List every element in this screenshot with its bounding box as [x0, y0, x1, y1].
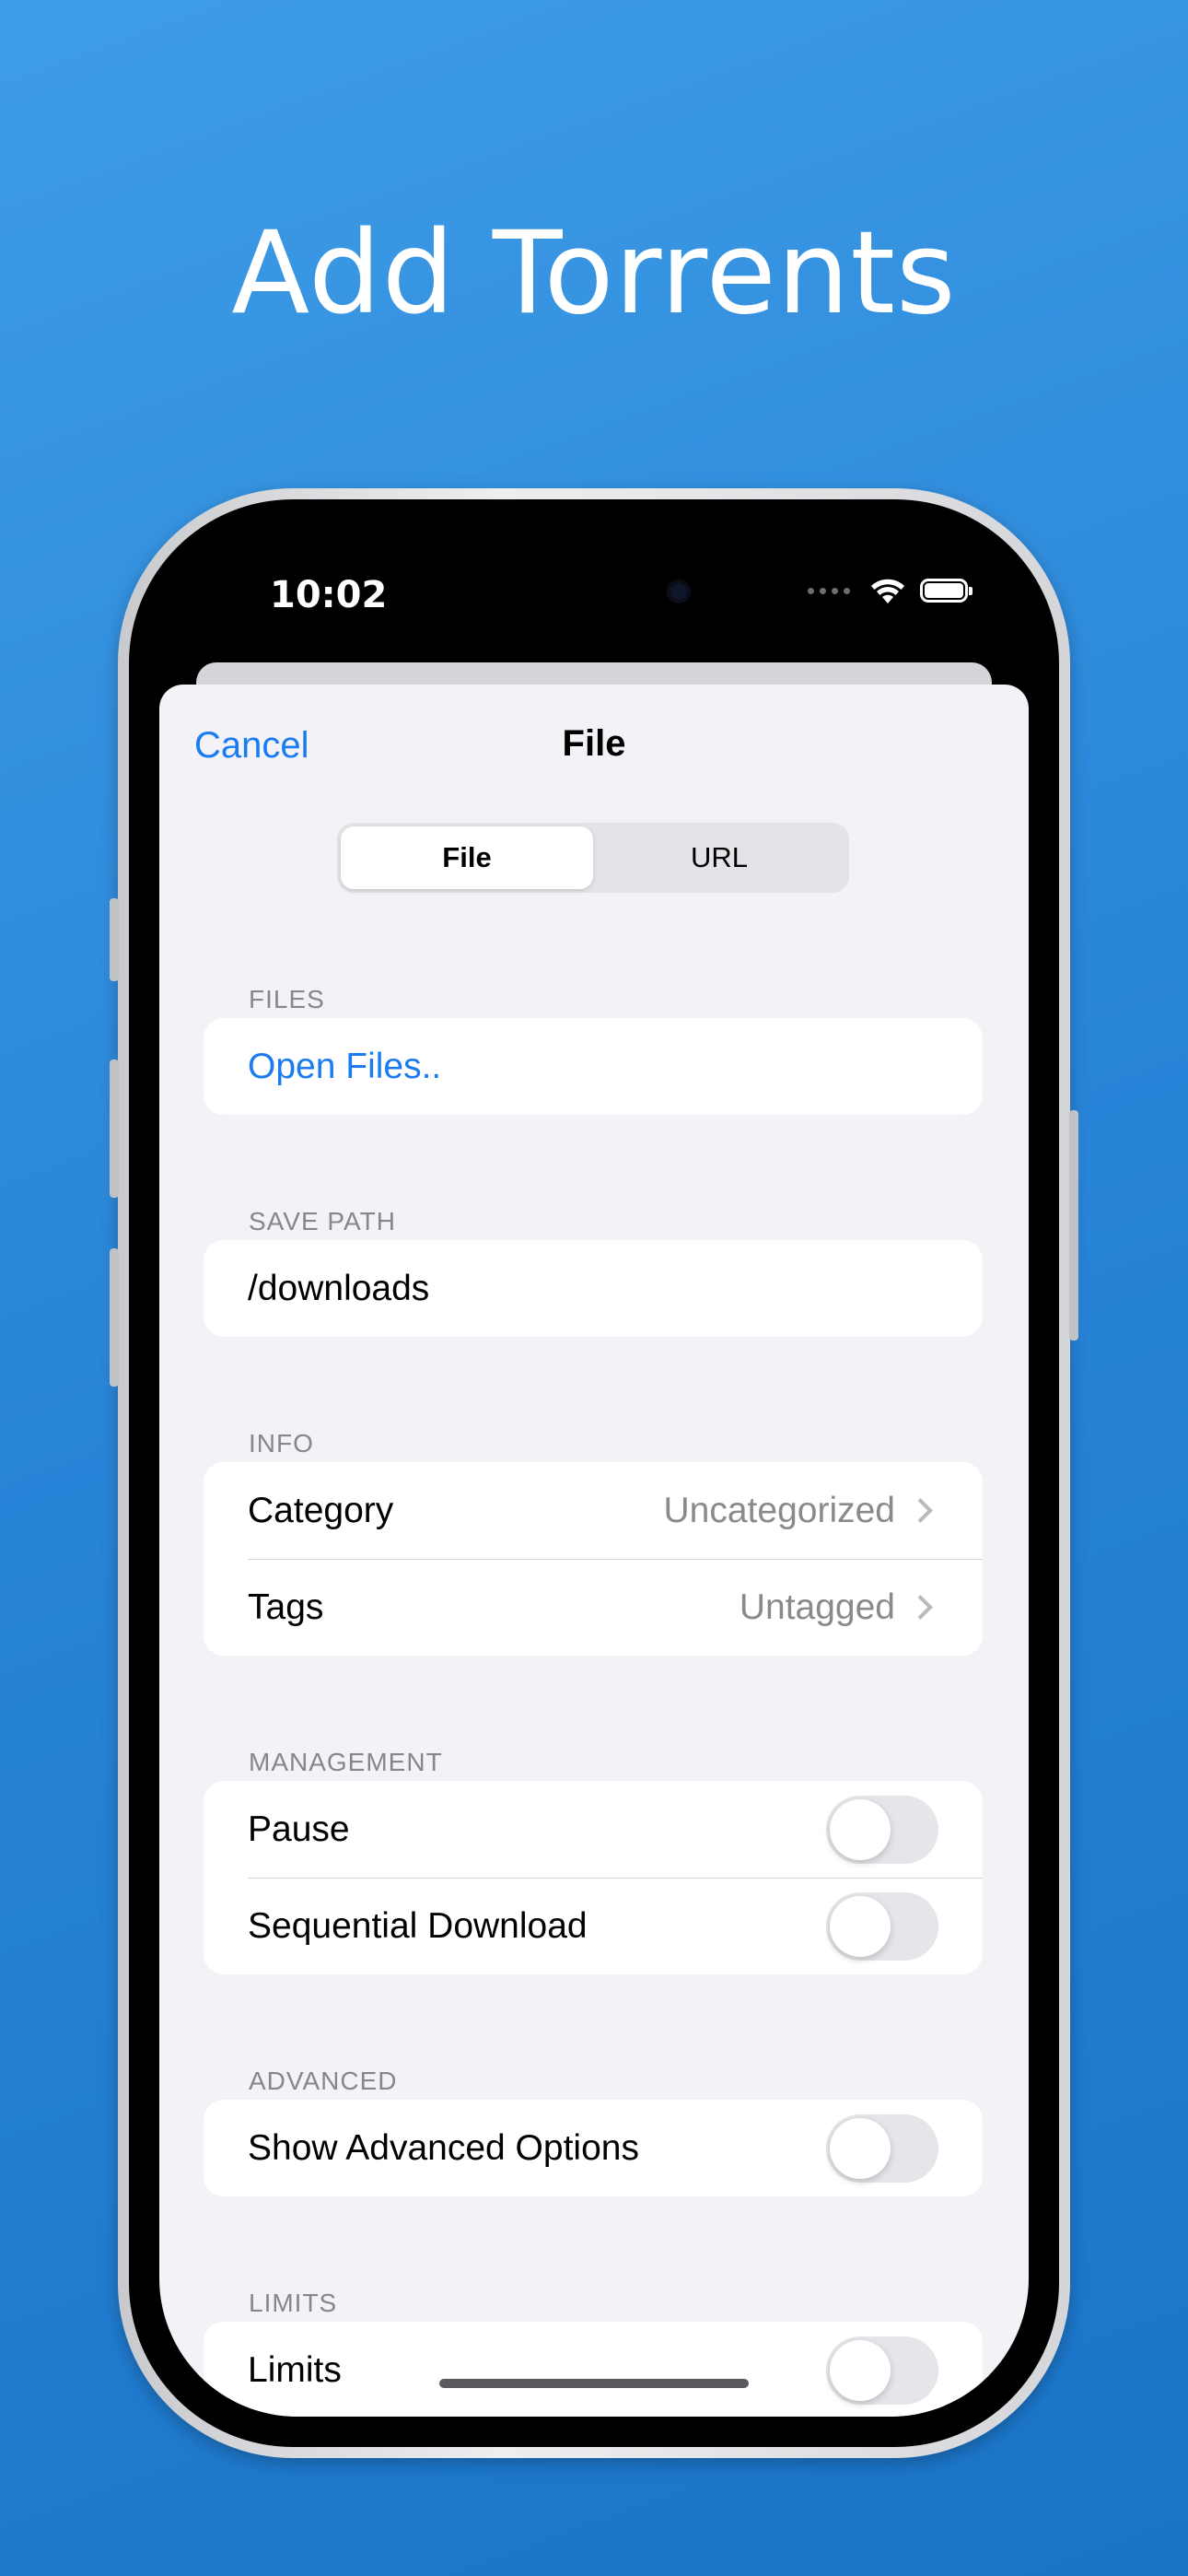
chevron-right-icon [908, 1595, 933, 1620]
management-group: Pause Sequential Download [204, 1781, 983, 1974]
add-torrent-sheet: File Cancel File URL FILES Open Files.. … [159, 685, 1029, 2417]
battery-icon [920, 579, 973, 603]
section-header-info: INFO [249, 1429, 314, 1458]
phone-volume-down-button [110, 1248, 119, 1387]
info-group: Category Uncategorized Tags Untagged [204, 1462, 983, 1656]
dynamic-island [470, 556, 718, 627]
limits-row: Limits [204, 2322, 983, 2417]
section-header-management: MANAGEMENT [249, 1748, 443, 1776]
tags-row[interactable]: Tags Untagged [204, 1559, 983, 1656]
segment-url[interactable]: URL [593, 826, 845, 889]
save-path-field[interactable]: /downloads [248, 1269, 938, 1309]
category-value: Uncategorized [663, 1490, 895, 1530]
limits-toggle[interactable] [826, 2336, 938, 2405]
segment-file[interactable]: File [341, 826, 593, 889]
cancel-button[interactable]: Cancel [194, 725, 309, 767]
pause-row: Pause [204, 1781, 983, 1878]
status-indicators [808, 576, 973, 605]
pause-label: Pause [248, 1809, 350, 1849]
section-header-advanced: ADVANCED [249, 2067, 398, 2095]
show-advanced-row: Show Advanced Options [204, 2100, 983, 2196]
sequential-download-toggle[interactable] [826, 1891, 938, 1961]
phone-volume-up-button [110, 1060, 119, 1198]
camera-icon [667, 580, 691, 603]
show-advanced-toggle[interactable] [826, 2113, 938, 2183]
status-time: 10:02 [270, 574, 388, 616]
tags-value: Untagged [739, 1587, 895, 1627]
tags-label: Tags [248, 1587, 324, 1627]
open-files-button[interactable]: Open Files.. [248, 1047, 938, 1087]
source-segmented-control: File URL [337, 823, 849, 893]
home-indicator[interactable] [439, 2379, 749, 2388]
section-header-limits: LIMITS [249, 2289, 338, 2317]
sequential-download-label: Sequential Download [248, 1905, 588, 1946]
section-header-files: FILES [249, 985, 325, 1013]
phone-screen: 10:02 File Cancel File URL FILES Open Fi… [159, 530, 1029, 2417]
save-path-group: /downloads [204, 1240, 983, 1337]
category-label: Category [248, 1490, 394, 1530]
limits-group: Limits [204, 2322, 983, 2417]
sequential-download-row: Sequential Download [204, 1878, 983, 1974]
category-row[interactable]: Category Uncategorized [204, 1462, 983, 1559]
files-group: Open Files.. [204, 1018, 983, 1115]
save-path-row[interactable]: /downloads [204, 1240, 983, 1337]
promo-headline: Add Torrents [231, 207, 957, 340]
phone-power-button [1069, 1110, 1078, 1341]
wifi-icon [871, 579, 904, 603]
phone-action-button [110, 898, 119, 981]
show-advanced-label: Show Advanced Options [248, 2127, 639, 2168]
pause-toggle[interactable] [826, 1795, 938, 1864]
open-files-row[interactable]: Open Files.. [204, 1018, 983, 1115]
cellular-signal-icon [808, 587, 850, 594]
advanced-group: Show Advanced Options [204, 2100, 983, 2196]
section-header-save-path: SAVE PATH [249, 1207, 396, 1235]
chevron-right-icon [908, 1498, 933, 1523]
